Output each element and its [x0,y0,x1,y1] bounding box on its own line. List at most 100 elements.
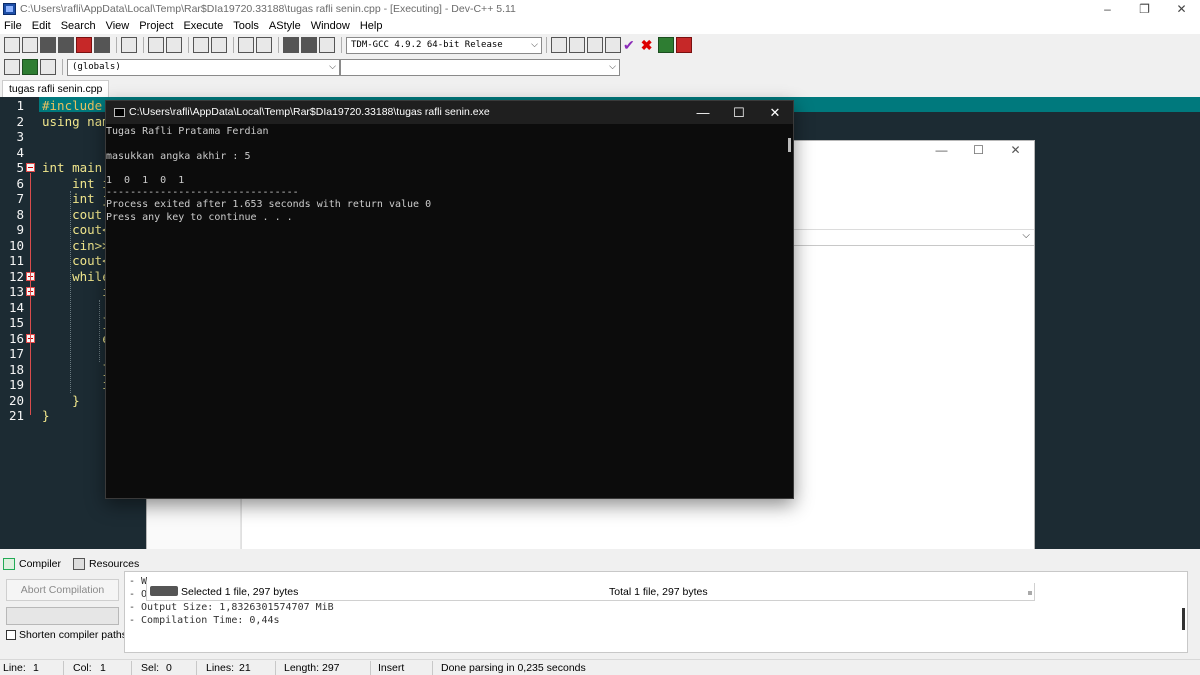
menu-astyle[interactable]: AStyle [269,20,301,32]
code-line: i [42,377,110,392]
line-number: 3 [16,129,24,144]
tab-resources-label: Resources [89,557,140,570]
compiler-icon [3,557,15,570]
console-scrollbar[interactable] [788,138,791,152]
line-number: 11 [8,253,24,268]
print-icon[interactable] [121,37,137,53]
resize-grip-icon[interactable] [1028,591,1032,595]
menu-project[interactable]: Project [139,20,173,32]
redo-icon[interactable] [166,37,182,53]
status-divider [196,661,197,675]
shorten-paths-checkbox[interactable] [6,630,16,640]
menu-view[interactable]: View [106,20,130,32]
dialog-close-button[interactable]: ✕ [997,143,1034,157]
unindent-icon[interactable] [256,37,272,53]
console-title-bar[interactable]: C:\Users\rafli\AppData\Local\Temp\Rar$DI… [106,101,793,124]
delete-profile-icon[interactable] [676,37,693,53]
class-insert-icon[interactable] [4,59,20,75]
dialog-status-selected: Selected 1 file, 297 bytes [181,586,299,598]
toolbar-divider [546,37,547,53]
status-message: Done parsing in 0,235 seconds [441,662,586,674]
menu-tools[interactable]: Tools [233,20,259,32]
close-file-icon[interactable] [76,37,92,53]
close-all-icon[interactable] [94,37,110,53]
code-line: cout< [42,222,110,237]
line-number: 9 [16,222,24,237]
fold-collapse-icon[interactable] [26,163,35,172]
shorten-paths-option[interactable]: Shorten compiler paths [6,629,127,641]
menu-search[interactable]: Search [61,20,96,32]
log-scrollbar[interactable] [1182,608,1185,630]
line-number: 1 [16,98,24,113]
profile-icon[interactable] [658,37,675,53]
code-line: cin>> [42,237,110,253]
class-goto-icon[interactable] [22,59,38,75]
chevron-down-icon: ⌵ [329,61,336,72]
console-line: masukkan angka akhir : 5 [106,151,251,162]
replace-icon[interactable] [211,37,227,53]
abort-compilation-button[interactable]: Abort Compilation [6,579,119,601]
compile-run-icon[interactable] [587,37,603,53]
save-all-icon[interactable] [58,37,74,53]
console-maximize-button[interactable]: ☐ [721,101,757,124]
dialog-maximize-button[interactable]: ☐ [960,143,997,157]
line-number: 20 [8,392,24,408]
tab-tugas-rafli-senin[interactable]: tugas rafli senin.cpp [2,80,110,97]
status-sel-label: Sel: [141,662,160,674]
tab-resources[interactable]: Resources [70,557,142,570]
save-icon[interactable] [40,37,56,53]
rebuild-icon[interactable] [605,37,621,53]
console-line: 1 0 1 0 1 [106,175,185,186]
minimize-button[interactable]: – [1089,0,1126,18]
chevron-down-icon: ⌵ [531,39,538,50]
view-toggle-icon[interactable] [150,586,178,596]
log-line: - O [129,589,148,600]
maximize-button[interactable]: ❐ [1126,0,1163,18]
close-button[interactable]: ✕ [1163,0,1200,18]
scope-select[interactable]: (globals) ⌵ [67,58,340,76]
compile-progress-bar [6,607,119,625]
menu-file[interactable]: File [4,20,22,32]
line-number: 21 [8,408,24,423]
status-lines-label: Lines: [206,662,235,674]
toolbar-divider [143,37,144,53]
undo-icon[interactable] [148,37,164,53]
status-divider [275,661,276,675]
status-sel-value: 0 [166,662,172,674]
new-file-icon[interactable] [4,37,20,53]
dialog-minimize-button[interactable]: — [923,143,960,157]
bookmark-next-icon[interactable] [301,37,317,53]
bookmark-prev-icon[interactable] [283,37,299,53]
window-title: C:\Users\rafli\AppData\Local\Temp\Rar$DI… [20,3,516,15]
menu-execute[interactable]: Execute [183,20,223,32]
find-icon[interactable] [193,37,209,53]
open-file-icon[interactable] [22,37,38,53]
compile-icon[interactable] [551,37,567,53]
indent-icon[interactable] [238,37,254,53]
run-icon[interactable] [569,37,585,53]
code-line: while [42,268,110,284]
goto-line-icon[interactable] [319,37,335,53]
console-window[interactable]: C:\Users\rafli\AppData\Local\Temp\Rar$DI… [105,100,794,499]
menu-window[interactable]: Window [311,20,350,32]
syntax-check-icon[interactable]: ✔ [623,37,635,53]
line-number: 7 [16,191,24,206]
fold-range-line [30,173,31,415]
console-minimize-button[interactable]: — [685,101,721,124]
class-browser-icon[interactable] [40,59,56,75]
menu-edit[interactable]: Edit [32,20,51,32]
console-line: Press any key to continue . . . [106,212,293,223]
abort-icon[interactable]: ✖ [641,37,653,53]
status-col-label: Col: [73,662,92,674]
toolbar-divider [278,37,279,53]
tab-compiler[interactable]: Compiler [0,557,64,570]
menu-help[interactable]: Help [360,20,383,32]
function-select[interactable]: ⌵ [340,58,620,76]
line-number: 8 [16,206,24,222]
dialog-status-bar: Selected 1 file, 297 bytes Total 1 file,… [146,583,1035,601]
toolbar-divider [341,37,342,53]
window-controls: – ❐ ✕ [1089,0,1200,18]
chevron-down-icon: ⌵ [1022,230,1030,241]
compiler-select[interactable]: TDM-GCC 4.9.2 64-bit Release ⌵ [346,36,542,54]
console-close-button[interactable]: ✕ [757,101,793,124]
